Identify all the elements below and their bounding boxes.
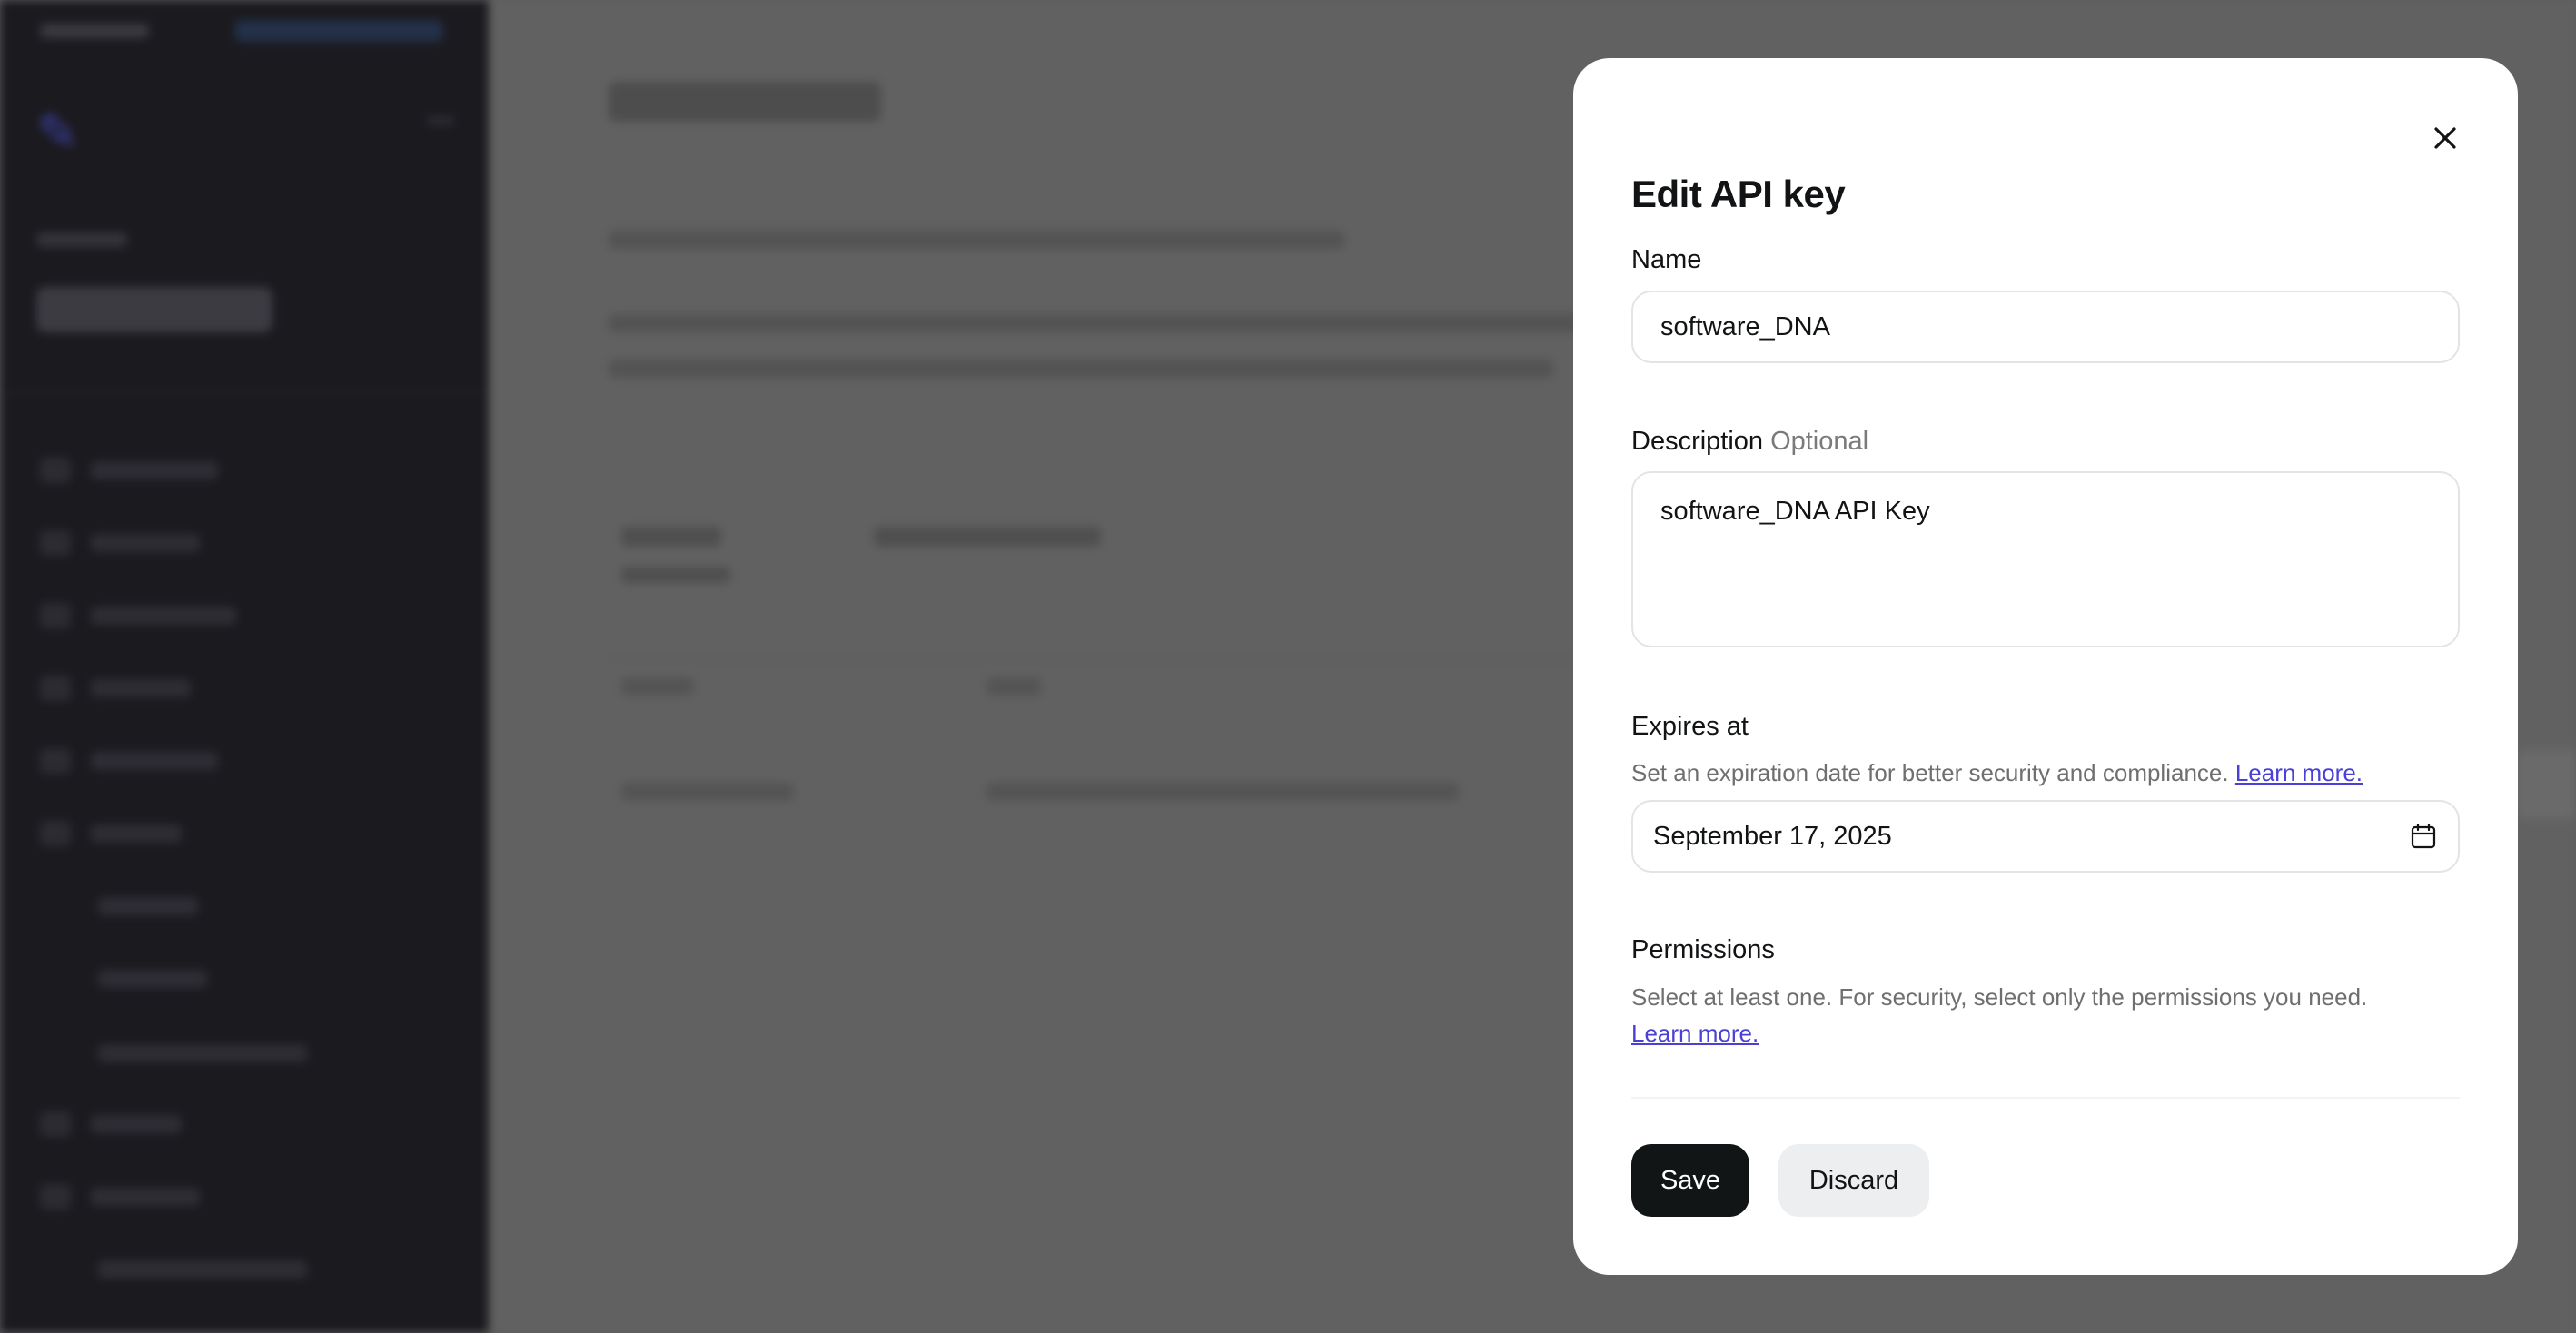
background-tab (621, 527, 721, 547)
background-nav-item (91, 752, 218, 770)
screen: ✎ Edit API key Name software_DNA Descrip… (0, 0, 2576, 1333)
background-org-name (40, 24, 149, 38)
background-nav-subitem (98, 897, 198, 915)
name-input[interactable] (1631, 291, 2460, 363)
background-nav-subitem (98, 1044, 307, 1062)
background-sidebar: ✎ (0, 0, 489, 1333)
background-nav-icon (40, 1184, 71, 1210)
background-tab-count (621, 567, 730, 583)
background-balance (36, 287, 272, 332)
permissions-learn-more-row: Learn more. (1631, 1015, 1759, 1052)
background-balance-label (36, 232, 127, 247)
background-text-line (609, 314, 1608, 332)
background-text-line (609, 231, 1344, 249)
close-button[interactable] (2420, 113, 2471, 163)
dialog-title: Edit API key (1631, 173, 1846, 215)
expires-helper-text: Set an expiration date for better securi… (1631, 759, 2229, 786)
background-nav-icon (40, 458, 71, 483)
background-nav-item (91, 824, 182, 843)
background-nav-subitem (98, 970, 207, 988)
background-nav-item (91, 534, 200, 552)
edit-api-key-dialog: Edit API key Name DescriptionOptional so… (1573, 58, 2518, 1275)
background-logo-icon: ✎ (36, 104, 79, 161)
optional-tag: Optional (1770, 427, 1869, 456)
expires-helper: Set an expiration date for better securi… (1631, 755, 2363, 791)
background-env-badge (234, 20, 443, 42)
close-icon (2434, 127, 2456, 149)
expiration-date-value: September 17, 2025 (1653, 822, 1892, 851)
background-edge-panel (2516, 750, 2576, 819)
permissions-learn-more-link[interactable]: Learn more. (1631, 1020, 1759, 1047)
calendar-icon (2411, 823, 2436, 849)
expires-label: Expires at (1631, 712, 1749, 741)
description-label: Description (1631, 427, 1764, 456)
expires-learn-more-link[interactable]: Learn more. (2235, 759, 2363, 786)
background-table-header (621, 677, 694, 696)
background-nav-item (91, 679, 191, 697)
background-nav-item (91, 1188, 200, 1206)
background-tab (874, 527, 1101, 547)
background-nav-icon (40, 748, 71, 774)
name-label: Name (1631, 245, 1702, 274)
background-nav-icon (40, 1111, 71, 1137)
discard-button[interactable]: Discard (1778, 1144, 1929, 1217)
background-nav-icon (40, 603, 71, 628)
background-chevron-icon (427, 116, 454, 125)
footer-divider (1631, 1097, 2460, 1099)
background-page-title (609, 82, 881, 122)
background-nav-item (91, 461, 218, 479)
background-text-line (609, 360, 1553, 378)
permissions-helper: Select at least one. For security, selec… (1631, 983, 2368, 1011)
background-nav-item (91, 1115, 182, 1133)
save-button[interactable]: Save (1631, 1144, 1749, 1217)
background-nav-subitem (98, 1260, 307, 1279)
background-table-cell (986, 783, 1459, 801)
background-nav-icon (40, 676, 71, 701)
background-nav-item (91, 607, 236, 625)
description-label-row: Description Optional (1631, 427, 1868, 457)
description-input[interactable]: software_DNA API Key (1631, 471, 2460, 647)
background-table-cell (621, 783, 794, 801)
background-nav-icon (40, 530, 71, 556)
background-table-header (986, 677, 1041, 696)
expiration-date-picker[interactable]: September 17, 2025 (1631, 800, 2460, 873)
permissions-label: Permissions (1631, 935, 1775, 964)
background-nav-icon (40, 821, 71, 846)
background-divider (0, 392, 489, 394)
